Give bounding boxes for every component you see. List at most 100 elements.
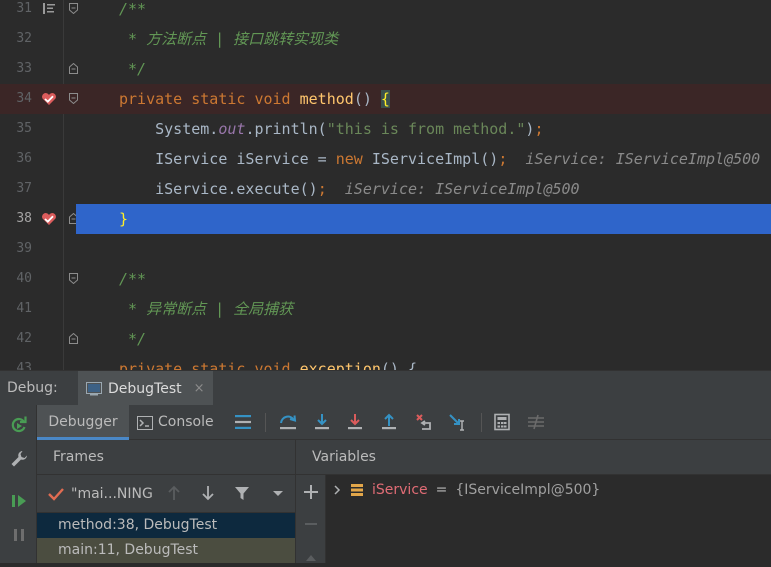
arrow-down-icon[interactable] [199,484,217,502]
resume-program-icon[interactable] [9,491,29,511]
thread-name: "mai...NING [71,486,153,502]
drop-frame-icon[interactable] [414,412,434,432]
code-token: private static void [119,360,300,370]
code-editor[interactable]: 31 /** 32 * 方法断点 | 接口跳转实现类 33 */ 34 priv… [0,0,771,370]
debug-label: Debug: [7,380,58,396]
code-token: IService iService = [119,150,336,168]
code-token: iService.execute() [119,180,318,198]
variables-title: Variables [312,449,376,465]
code-token: ; [498,150,508,168]
checkmark-icon [48,488,64,501]
trace-current-stream-icon[interactable] [526,412,546,432]
tab-debugger[interactable]: Debugger [37,405,129,440]
frame-item[interactable]: method:38, DebugTest [37,513,295,538]
code-token: } [119,210,129,228]
line-number: 39 [16,241,32,256]
code-token: /** [119,270,147,288]
line-number: 41 [16,301,32,316]
console-icon [137,415,153,430]
pause-program-icon[interactable] [9,525,29,545]
code-text: */ [119,54,146,84]
code-line[interactable]: 33 */ [0,54,771,84]
code-text: /** [119,0,146,24]
code-text: */ [119,324,146,354]
code-token: */ [119,60,147,78]
close-tab-icon[interactable]: × [194,381,205,396]
code-line[interactable]: 42 */ [0,324,771,354]
code-text: IService iService = new IServiceImpl(); … [119,144,760,174]
code-text: System.out.println("this is from method.… [119,114,543,144]
code-token: IServiceImpl() [371,150,499,168]
run-config-icon [86,381,102,395]
code-token: out [218,120,246,138]
code-line[interactable]: 41 * 异常断点 | 全局捕获 [0,294,771,324]
breakpoint-icon[interactable] [41,212,57,226]
line-number: 35 [16,121,32,136]
code-token: System. [119,120,219,138]
code-token: * 方法断点 | 接口跳转实现类 [119,30,339,48]
debug-session-tab[interactable]: DebugTest × [78,371,213,406]
line-number: 43 [16,361,32,370]
step-out-icon[interactable] [379,412,399,432]
frames-list: method:38, DebugTest main:11, DebugTest [37,513,295,563]
code-line[interactable]: 39 [0,234,771,264]
code-token: exception [299,360,381,370]
step-over-icon[interactable] [278,412,298,432]
code-token: () [353,90,381,108]
code-token: private static void [119,90,300,108]
thread-toolbar: "mai...NING [37,475,295,513]
rerun-icon[interactable] [9,415,29,435]
line-number: 34 [16,91,32,106]
wrench-icon[interactable] [9,449,29,469]
code-line[interactable]: 40 /** [0,264,771,294]
code-text: * 方法断点 | 接口跳转实现类 [119,24,338,54]
run-to-cursor-icon[interactable] [448,412,468,432]
filter-icon[interactable] [233,484,251,502]
toolbar-separator [265,413,266,432]
code-line[interactable]: 32 * 方法断点 | 接口跳转实现类 [0,24,771,54]
move-up-icon[interactable] [302,549,320,567]
code-token: ; [534,120,544,138]
code-token: /** [119,0,147,18]
show-execution-point-icon[interactable] [233,412,253,432]
evaluate-expression-icon[interactable] [492,412,512,432]
code-token: .println( [245,120,327,138]
tab-console[interactable]: Console [137,405,214,440]
frames-panel-header: Frames [37,440,295,475]
variables-toolbar [296,475,326,563]
code-token: new [335,150,372,168]
code-text: iService.execute(); iService: IServiceIm… [119,174,579,204]
code-token: * 异常断点 | 全局捕获 [119,300,294,318]
code-line[interactable]: 31 /** [0,0,771,24]
expand-chevron-icon[interactable] [332,484,342,496]
variable-row[interactable]: iService = {IServiceImpl@500} [332,479,600,501]
code-line[interactable]: 36 IService iService = new IServiceImpl(… [0,144,771,174]
arrow-up-icon[interactable] [165,484,183,502]
variable-name: iService [372,482,428,498]
code-token: */ [119,330,147,348]
code-token: ; [317,180,327,198]
implements-list-icon[interactable] [43,3,55,14]
debug-tab-label: DebugTest [108,380,182,397]
thread-selector[interactable]: "mai...NING [47,475,153,513]
line-number: 32 [16,31,32,46]
line-number: 31 [16,1,32,16]
code-line-current[interactable]: 38 } [0,204,771,234]
line-number: 40 [16,271,32,286]
remove-watch-icon[interactable] [302,515,320,533]
add-watch-icon[interactable] [302,483,320,501]
chevron-down-icon[interactable] [269,484,287,502]
code-line[interactable]: 43 private static void exception() { [0,354,771,370]
code-line[interactable]: 37 iService.execute(); iService: IServic… [0,174,771,204]
step-into-icon[interactable] [312,412,332,432]
code-text: /** [119,264,146,294]
line-number: 36 [16,151,32,166]
frames-title: Frames [53,449,104,465]
variables-panel: iService = {IServiceImpl@500} [296,475,771,563]
code-line-breakpoint[interactable]: 34 private static void method() { [0,84,771,114]
code-line[interactable]: 35 System.out.println("this is from meth… [0,114,771,144]
debug-side-toolbar [0,405,37,563]
force-step-into-icon[interactable] [345,412,365,432]
frame-item[interactable]: main:11, DebugTest [37,538,295,563]
method-breakpoint-icon[interactable] [41,92,57,106]
